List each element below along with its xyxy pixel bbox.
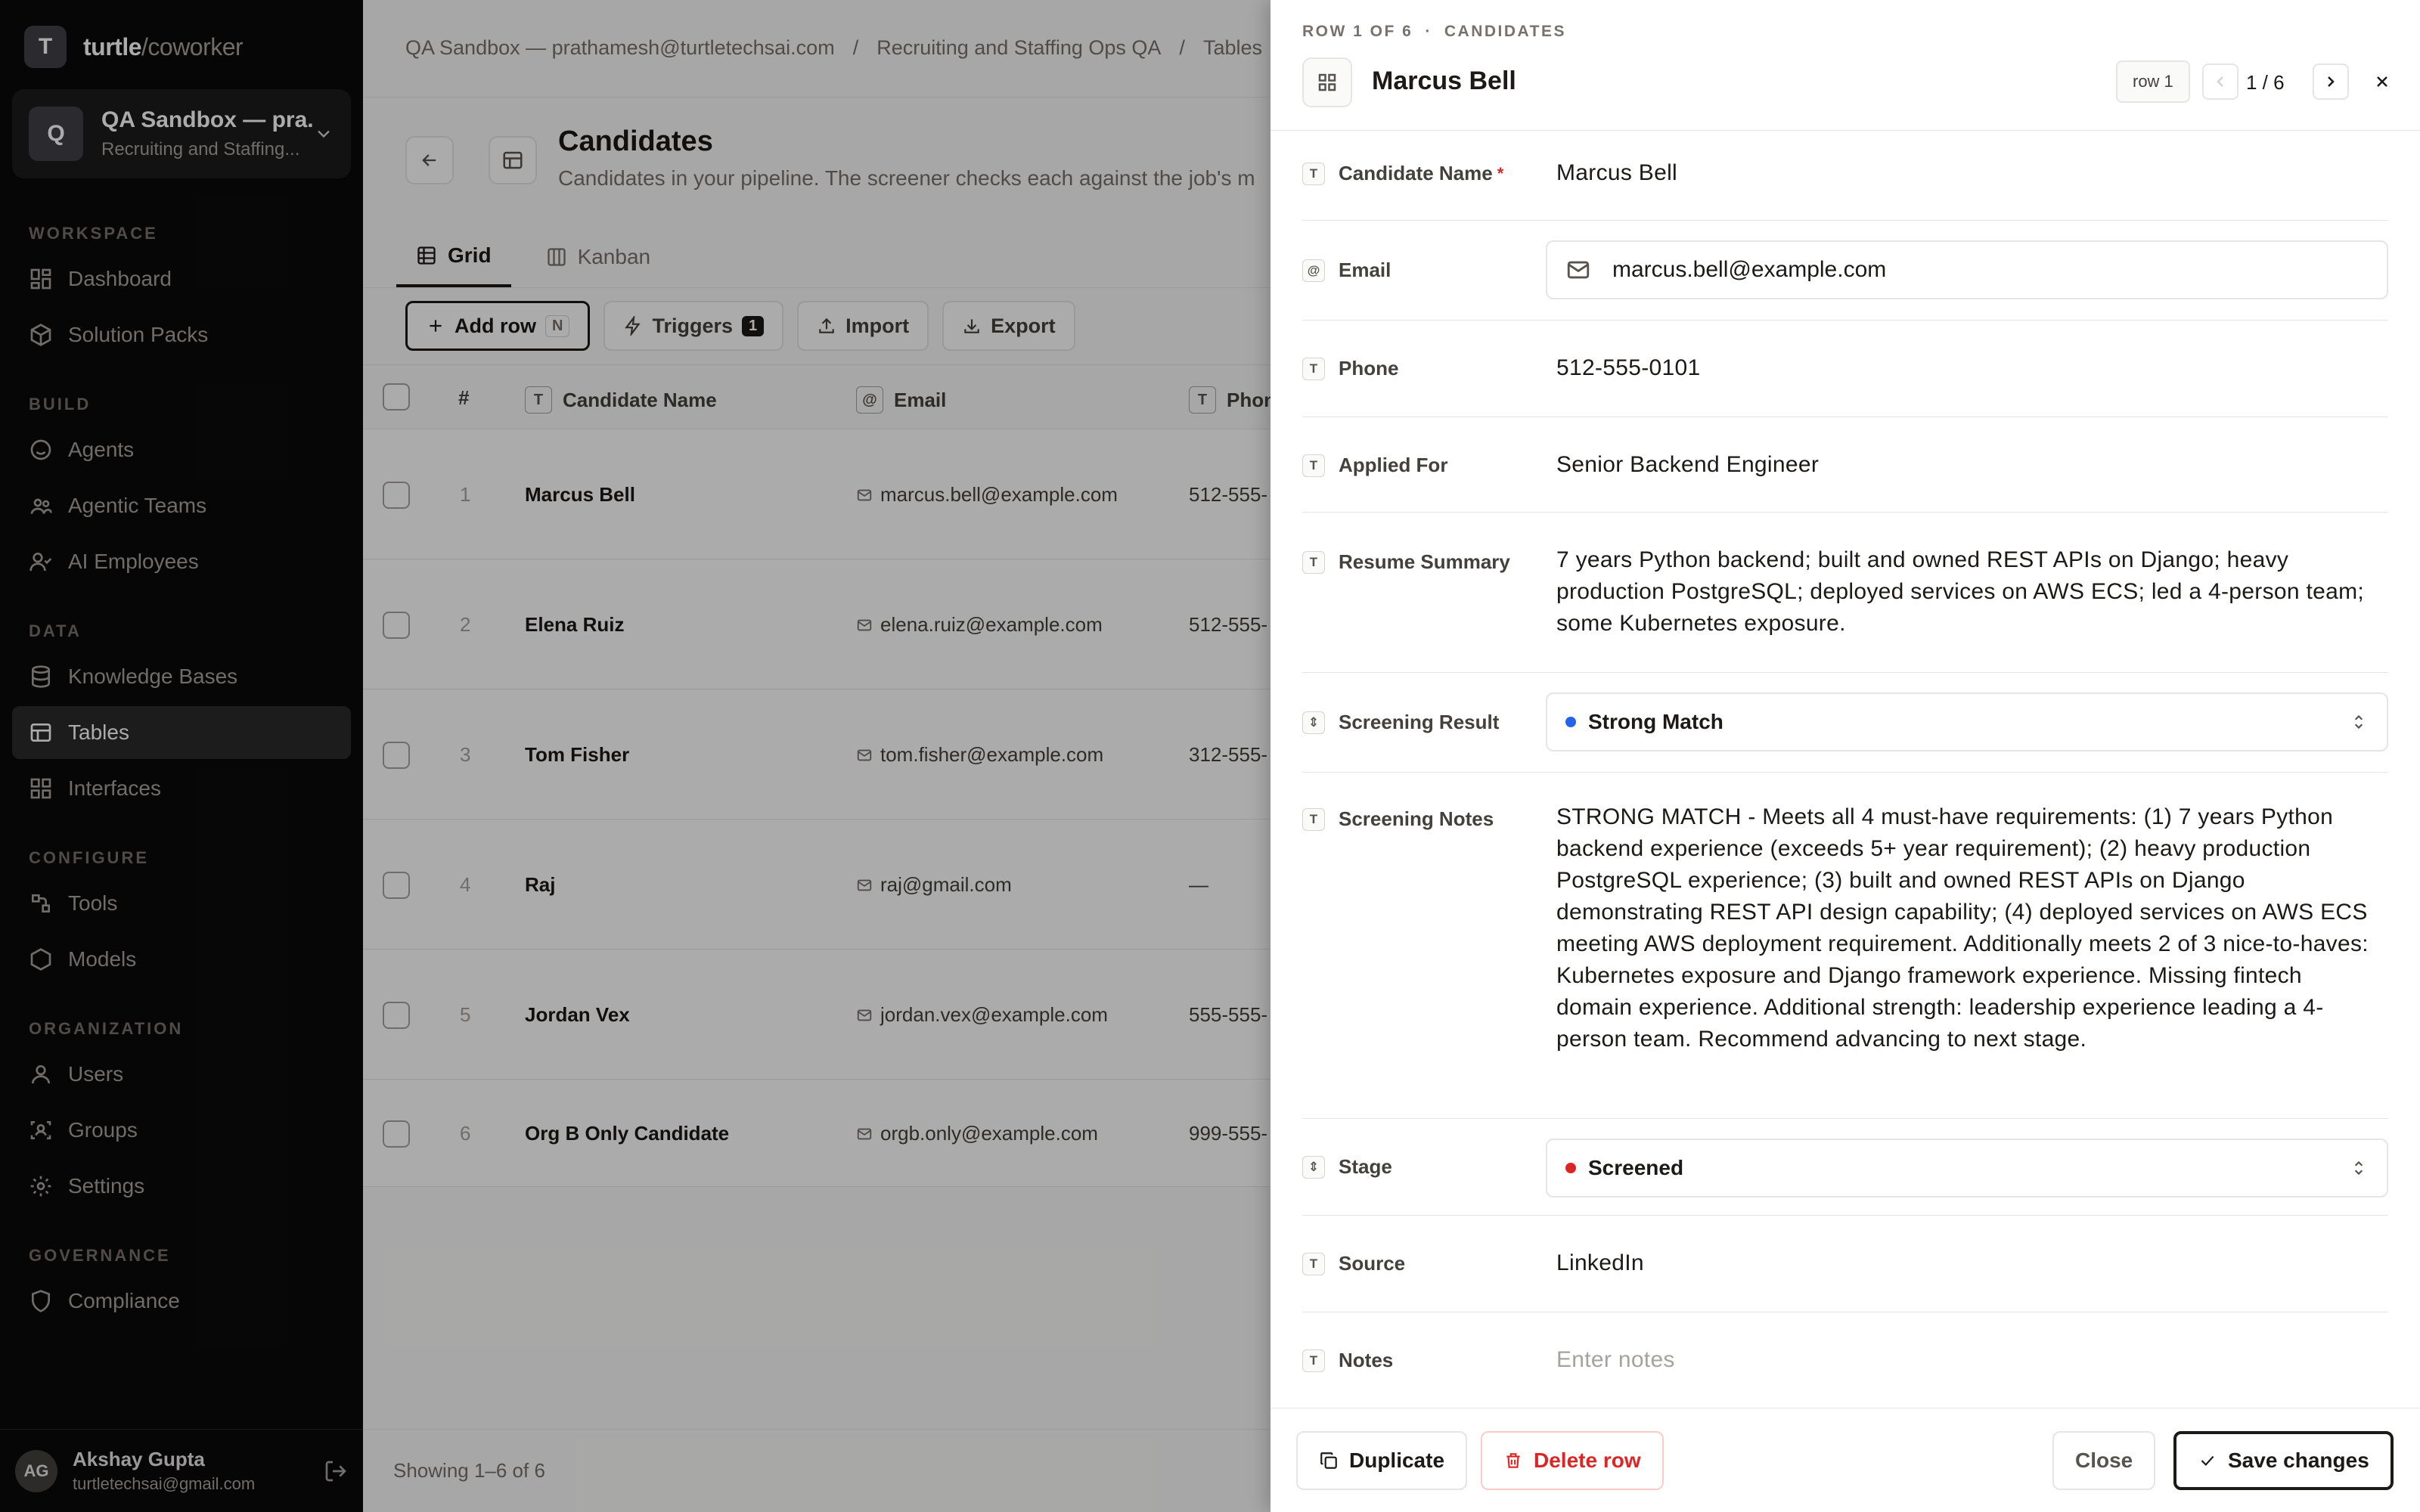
field-label: T Phone (1302, 357, 1398, 380)
prev-row-button[interactable] (2202, 64, 2238, 100)
panel-context: ROW 1 OF 6 · CANDIDATES (1302, 23, 1566, 41)
field-notes: T Notes Enter notes (1302, 1312, 2388, 1408)
field-label-text: Stage (1339, 1155, 1392, 1178)
field-label-text: Candidate Name (1339, 162, 1493, 184)
field-label: ⇕ Stage (1302, 1155, 1392, 1179)
select-type-icon: ⇕ (1302, 1155, 1325, 1179)
field-label: T Candidate Name * (1302, 162, 1503, 185)
chevron-up-down-icon (2354, 1160, 2363, 1176)
close-button[interactable]: Close (2052, 1431, 2156, 1490)
trash-icon (1506, 1453, 1520, 1468)
field-label: T Applied For (1302, 454, 1447, 477)
field-candidate-name: T Candidate Name * Marcus Bell (1302, 132, 2388, 221)
row-counter: 1 / 6 (2246, 71, 2285, 94)
status-dot (1565, 1163, 1576, 1173)
panel-footer: Duplicate Delete row Close Save changes (1270, 1408, 2420, 1512)
select-type-icon: ⇕ (1302, 711, 1325, 734)
duplicate-label: Duplicate (1349, 1448, 1445, 1472)
text-type-icon: T (1302, 807, 1325, 831)
stage-value: Screened (1588, 1156, 1684, 1179)
phone-input[interactable]: 512-555-0101 (1556, 352, 2381, 384)
text-type-icon: T (1302, 550, 1325, 574)
field-source: T Source LinkedIn (1302, 1216, 2388, 1312)
notes-input[interactable]: Enter notes (1556, 1344, 2381, 1376)
grid-icon (1318, 73, 1336, 91)
field-label: ⇕ Screening Result (1302, 711, 1499, 734)
email-field[interactable]: marcus.bell@example.com (1546, 240, 2388, 299)
field-label-text: Phone (1339, 357, 1399, 380)
candidate-name-input[interactable]: Marcus Bell (1556, 157, 2381, 189)
separator-dot: · (1425, 23, 1432, 40)
source-input[interactable]: LinkedIn (1556, 1247, 2381, 1279)
table-name: CANDIDATES (1444, 23, 1566, 40)
delete-row-label: Delete row (1534, 1448, 1641, 1472)
text-type-icon: T (1302, 454, 1325, 477)
record-type-badge (1302, 57, 1352, 107)
text-type-icon: T (1302, 162, 1325, 185)
check-icon (2201, 1455, 2214, 1466)
close-icon (2377, 76, 2387, 87)
row-id-chip: row 1 (2116, 60, 2190, 103)
close-label: Close (2075, 1448, 2133, 1472)
chevron-right-icon (2328, 76, 2335, 87)
close-panel-button[interactable] (2364, 64, 2400, 100)
field-screening-result: ⇕ Screening Result Strong Match (1302, 673, 2388, 773)
panel-title: Marcus Bell (1372, 67, 1516, 95)
field-label: T Screening Notes (1302, 807, 1494, 831)
text-type-icon: T (1302, 1252, 1325, 1275)
field-label: T Source (1302, 1252, 1405, 1275)
chevron-left-icon (2217, 76, 2223, 87)
field-label: T Notes (1302, 1349, 1393, 1372)
field-label-text: Notes (1339, 1349, 1394, 1371)
field-resume-summary: T Resume Summary 7 years Python backend;… (1302, 513, 2388, 673)
delete-row-button[interactable]: Delete row (1481, 1431, 1664, 1490)
field-label-text: Screening Notes (1339, 807, 1494, 830)
next-row-button[interactable] (2313, 64, 2349, 100)
row-position: ROW 1 OF 6 (1302, 23, 1413, 40)
status-dot (1565, 717, 1576, 727)
field-applied-for: T Applied For Senior Backend Engineer (1302, 417, 2388, 513)
mail-icon (1567, 261, 1590, 279)
text-type-icon: T (1302, 1349, 1325, 1372)
stage-select[interactable]: Screened (1546, 1139, 2388, 1198)
record-panel: ROW 1 OF 6 · CANDIDATES Marcus Bell row … (1270, 0, 2420, 1512)
save-changes-label: Save changes (2228, 1448, 2369, 1472)
text-type-icon: T (1302, 357, 1325, 380)
field-label-text: Screening Result (1339, 711, 1500, 733)
field-label: T Resume Summary (1302, 550, 1510, 574)
field-email: @ Email marcus.bell@example.com (1302, 221, 2388, 321)
screening-result-value: Strong Match (1588, 710, 1723, 733)
screening-result-select[interactable]: Strong Match (1546, 692, 2388, 751)
field-screening-notes: T Screening Notes STRONG MATCH - Meets a… (1302, 773, 2388, 1119)
field-label-text: Email (1339, 259, 1392, 281)
divider (1270, 130, 2420, 131)
screening-notes-input[interactable]: STRONG MATCH - Meets all 4 must-have req… (1556, 801, 2381, 1055)
resume-summary-input[interactable]: 7 years Python backend; built and owned … (1556, 544, 2381, 640)
at-type-icon: @ (1302, 259, 1325, 282)
copy-icon (1320, 1452, 1337, 1469)
field-label-text: Applied For (1339, 454, 1448, 476)
field-stage: ⇕ Stage Screened (1302, 1119, 2388, 1216)
duplicate-button[interactable]: Duplicate (1296, 1431, 1468, 1490)
field-label: @ Email (1302, 259, 1391, 282)
email-value: marcus.bell@example.com (1612, 257, 1887, 282)
field-label-text: Source (1339, 1252, 1406, 1275)
applied-for-input[interactable]: Senior Backend Engineer (1556, 449, 2381, 481)
field-phone: T Phone 512-555-0101 (1302, 321, 2388, 417)
field-label-text: Resume Summary (1339, 550, 1510, 573)
required-marker: * (1497, 163, 1504, 183)
chevron-up-down-icon (2354, 714, 2363, 730)
save-changes-button[interactable]: Save changes (2173, 1431, 2394, 1490)
